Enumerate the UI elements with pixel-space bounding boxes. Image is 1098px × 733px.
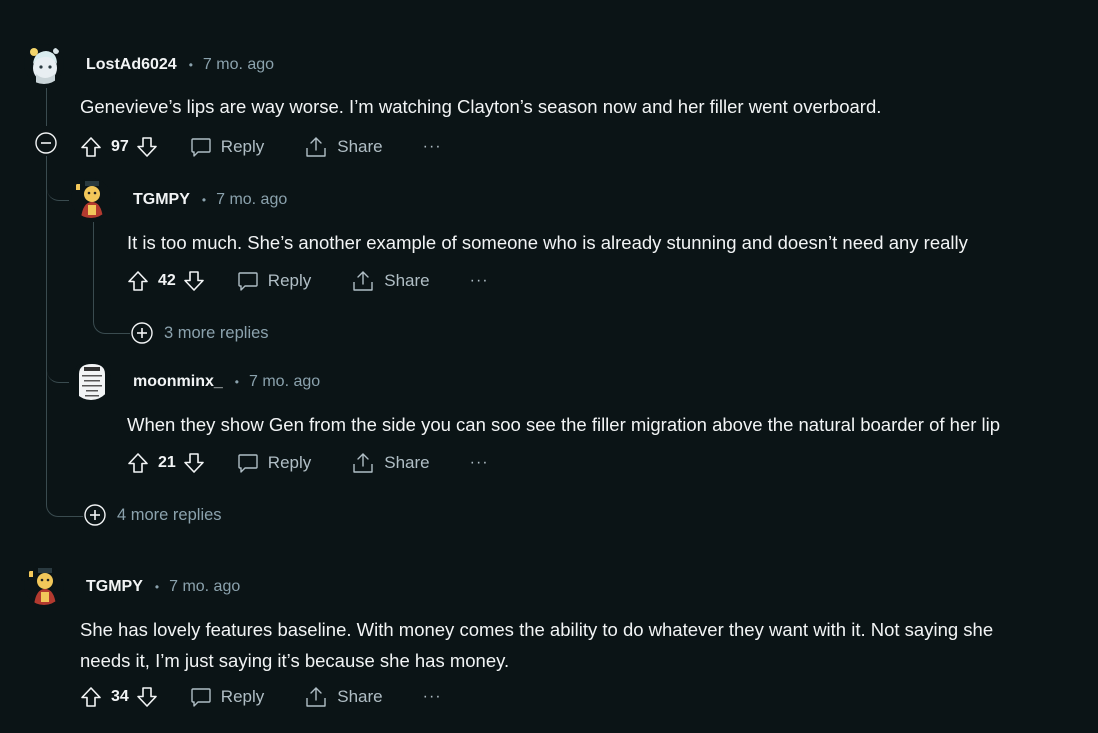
timestamp[interactable]: 7 mo. ago	[169, 578, 240, 596]
comment-body: When they show Gen from the side you can…	[127, 409, 1000, 440]
share-button[interactable]: Share	[351, 452, 430, 474]
comment-meta: moonminx_ • 7 mo. ago	[133, 373, 320, 391]
share-upload-icon	[351, 452, 375, 474]
speech-bubble-icon	[190, 686, 212, 708]
more-replies-label: 4 more replies	[117, 505, 222, 524]
comment-body: Genevieve’s lips are way worse. I’m watc…	[80, 91, 881, 122]
thread-line-reply1	[93, 222, 130, 334]
more-options-button[interactable]: ···	[470, 454, 489, 472]
username[interactable]: TGMPY	[133, 191, 190, 209]
downvote-arrow-icon[interactable]	[182, 269, 206, 293]
comment-body: It is too much. She’s another example of…	[127, 227, 968, 258]
minus-circle-icon	[35, 132, 57, 154]
more-replies-label: 3 more replies	[164, 323, 269, 342]
reply-button[interactable]: Reply	[190, 686, 264, 708]
downvote-arrow-icon[interactable]	[135, 135, 159, 159]
share-label: Share	[337, 687, 383, 706]
avatar[interactable]	[71, 178, 111, 218]
share-button[interactable]: Share	[304, 136, 383, 158]
speech-bubble-icon	[190, 136, 212, 158]
username[interactable]: LostAd6024	[86, 56, 177, 74]
comment-meta: TGMPY • 7 mo. ago	[86, 578, 240, 596]
upvote-arrow-icon[interactable]	[79, 685, 103, 709]
share-button[interactable]: Share	[351, 270, 430, 292]
separator-dot: •	[201, 193, 207, 207]
share-upload-icon	[304, 136, 328, 158]
collapse-thread-button[interactable]	[35, 132, 57, 159]
separator-dot: •	[154, 580, 160, 594]
avatar[interactable]	[24, 44, 64, 84]
more-replies-link[interactable]: 3 more replies	[131, 322, 269, 344]
thread-branch-reply2	[47, 360, 69, 383]
vote-count: 34	[111, 688, 129, 705]
vote-count: 21	[158, 454, 176, 471]
comment-actions: 42 Reply Share ···	[126, 266, 489, 296]
separator-dot: •	[188, 58, 193, 72]
timestamp[interactable]: 7 mo. ago	[249, 373, 320, 391]
reply-label: Reply	[267, 271, 312, 290]
comment-meta: TGMPY • 7 mo. ago	[133, 191, 287, 209]
plus-circle-icon	[131, 322, 153, 344]
comment-body-line: She has lovely features baseline. With m…	[80, 619, 994, 640]
comment-actions: 21 Reply Share ···	[126, 448, 489, 478]
comment-actions: 34 Reply Share ···	[79, 682, 442, 712]
downvote-arrow-icon[interactable]	[135, 685, 159, 709]
thread-line-main	[46, 88, 47, 126]
username[interactable]: moonminx_	[133, 373, 223, 391]
share-label: Share	[337, 137, 383, 156]
reply-button[interactable]: Reply	[190, 136, 264, 158]
reply-label: Reply	[220, 687, 265, 706]
thread-branch-reply1	[47, 178, 69, 201]
plus-circle-icon	[84, 504, 106, 526]
reply-button[interactable]: Reply	[237, 452, 311, 474]
more-replies-link[interactable]: 4 more replies	[84, 504, 222, 526]
vote-count: 97	[111, 138, 129, 155]
comment-body-line: When they show Gen from the side you can…	[127, 414, 1001, 435]
vote-count: 42	[158, 272, 176, 289]
share-label: Share	[384, 453, 430, 472]
reply-label: Reply	[220, 137, 265, 156]
separator-dot: •	[234, 375, 239, 389]
reply-button[interactable]: Reply	[237, 270, 311, 292]
share-button[interactable]: Share	[304, 686, 383, 708]
timestamp[interactable]: 7 mo. ago	[203, 56, 274, 74]
reply-label: Reply	[267, 453, 312, 472]
more-options-button[interactable]: ···	[470, 272, 489, 290]
share-upload-icon	[351, 270, 375, 292]
avatar[interactable]	[71, 360, 111, 400]
speech-bubble-icon	[237, 452, 259, 474]
comment-body-line: Genevieve’s lips are way worse. I’m watc…	[80, 96, 882, 117]
downvote-arrow-icon[interactable]	[182, 451, 206, 475]
speech-bubble-icon	[237, 270, 259, 292]
comment-body: She has lovely features baseline. With m…	[80, 614, 993, 676]
username[interactable]: TGMPY	[86, 578, 143, 596]
timestamp[interactable]: 7 mo. ago	[216, 191, 287, 209]
share-label: Share	[384, 271, 430, 290]
upvote-arrow-icon[interactable]	[79, 135, 103, 159]
more-options-button[interactable]: ···	[423, 688, 442, 706]
upvote-arrow-icon[interactable]	[126, 451, 150, 475]
share-upload-icon	[304, 686, 328, 708]
avatar[interactable]	[24, 565, 64, 605]
comment-body-line: needs it, I’m just saying it’s because s…	[80, 650, 510, 671]
comment-body-line: It is too much. She’s another example of…	[127, 232, 968, 253]
upvote-arrow-icon[interactable]	[126, 269, 150, 293]
more-options-button[interactable]: ···	[423, 138, 442, 156]
comment-meta: LostAd6024 • 7 mo. ago	[86, 56, 274, 74]
comment-actions: 97 Reply Share ···	[79, 132, 442, 162]
